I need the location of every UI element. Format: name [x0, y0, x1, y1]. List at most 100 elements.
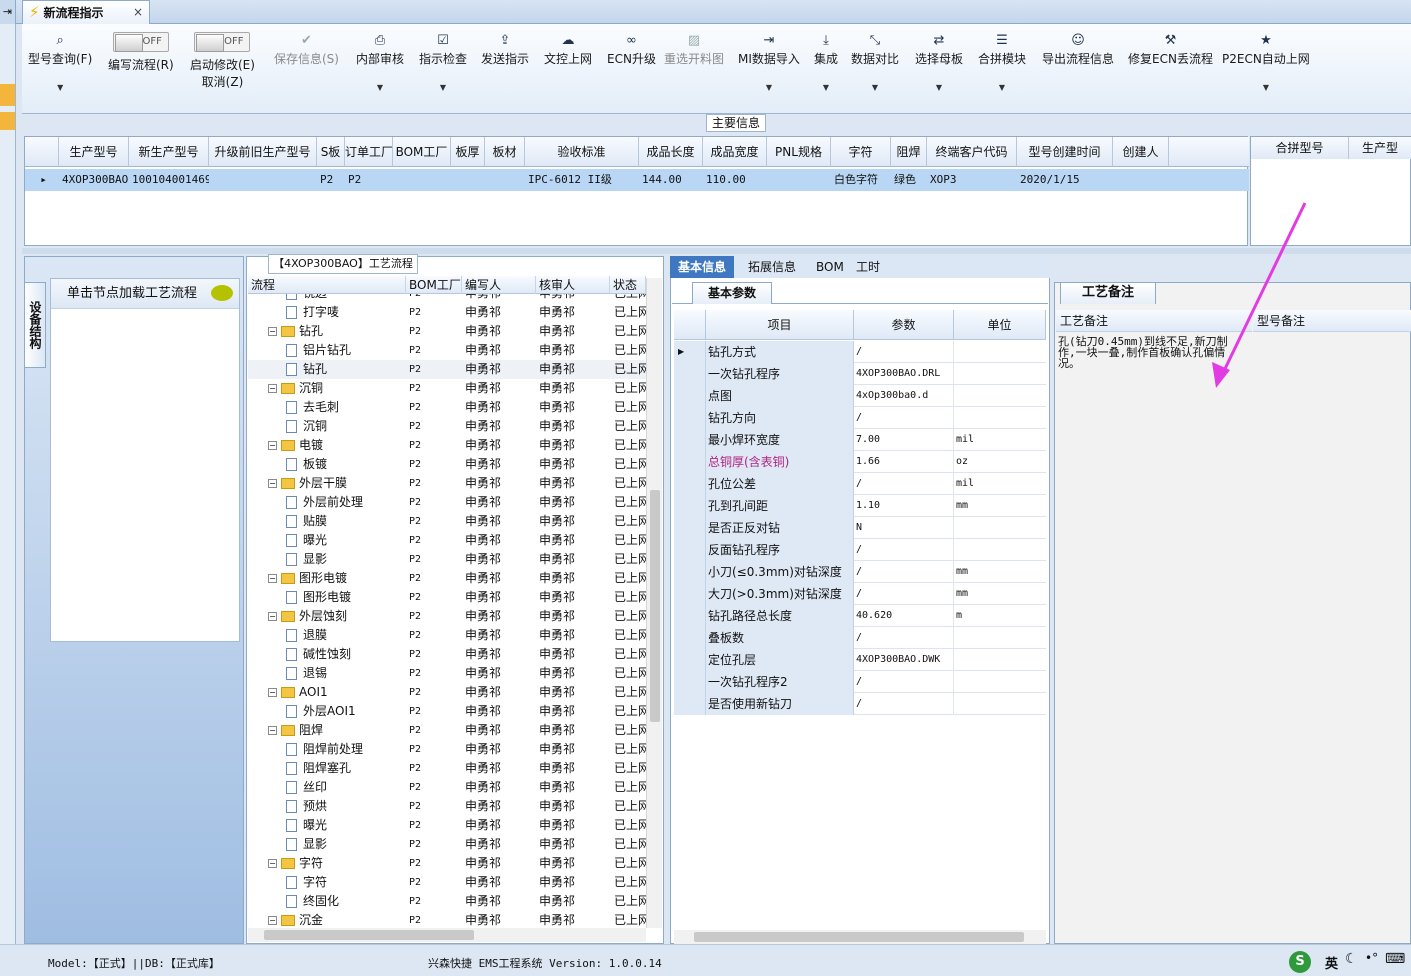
tree-node[interactable]: 钻孔	[286, 360, 327, 379]
process-tree-vscrollbar[interactable]	[646, 278, 662, 928]
param-row[interactable]: 孔到孔间距 1.10 mm	[674, 495, 1046, 517]
tree-row[interactable]: − 字符 P2 申勇祁 申勇祁 已上网	[248, 854, 646, 873]
main-col-header[interactable]: 新生产型号	[129, 137, 209, 167]
dropdown-arrow-icon[interactable]: ▼	[814, 83, 838, 92]
param-value[interactable]: /	[854, 561, 954, 583]
main-col-header[interactable]: BOM工厂	[393, 137, 451, 167]
main-col-header[interactable]: 订单工厂	[345, 137, 393, 167]
param-value[interactable]: 7.00	[854, 429, 954, 451]
toggle-switch[interactable]: OFF	[112, 32, 169, 52]
tree-node[interactable]: − AOI1	[268, 683, 328, 702]
tree-node[interactable]: 终固化	[286, 892, 339, 911]
dropdown-arrow-icon[interactable]: ▼	[356, 83, 404, 92]
tree-row[interactable]: 外层AOI1 P2 申勇祁 申勇祁 已上网	[248, 702, 646, 721]
ribbon-button-8[interactable]: ∞ ECN升级	[607, 32, 656, 67]
tree-col-header[interactable]: 编写人	[462, 276, 536, 294]
scroll-thumb[interactable]	[694, 932, 1024, 942]
tree-node[interactable]: 锐边	[286, 294, 327, 303]
tab-process-notes[interactable]: 工艺备注	[1060, 282, 1156, 304]
collapse-icon[interactable]: −	[268, 688, 277, 697]
tree-node[interactable]: 阻焊塞孔	[286, 759, 351, 778]
tree-node[interactable]: 碱性蚀刻	[286, 645, 351, 664]
ribbon-button-5[interactable]: ☑ 指示检查 ▼	[419, 32, 467, 92]
tree-node[interactable]: 沉铜	[286, 417, 327, 436]
tree-col-header[interactable]: BOM工厂	[406, 276, 462, 294]
tree-row[interactable]: 显影 P2 申勇祁 申勇祁 已上网	[248, 835, 646, 854]
tree-row[interactable]: 打字唛 P2 申勇祁 申勇祁 已上网	[248, 303, 646, 322]
param-value[interactable]: 4XOP300BAO.DWK	[854, 649, 954, 671]
tree-row[interactable]: 阻焊前处理 P2 申勇祁 申勇祁 已上网	[248, 740, 646, 759]
tree-row[interactable]: 曝光 P2 申勇祁 申勇祁 已上网	[248, 816, 646, 835]
tree-node[interactable]: 打字唛	[286, 303, 339, 322]
main-col-header[interactable]: 生产型号	[59, 137, 129, 167]
tree-col-header[interactable]: 状态	[610, 276, 646, 294]
moon-icon[interactable]: ☾	[1345, 951, 1358, 967]
param-row[interactable]: 是否正反对钻 N	[674, 517, 1046, 539]
collapse-icon[interactable]: −	[268, 859, 277, 868]
tree-node[interactable]: 字符	[286, 873, 327, 892]
tree-row[interactable]: 阻焊塞孔 P2 申勇祁 申勇祁 已上网	[248, 759, 646, 778]
collapse-icon[interactable]: −	[268, 574, 277, 583]
dock-marker[interactable]	[0, 84, 15, 106]
tree-row[interactable]: 钻孔 P2 申勇祁 申勇祁 已上网	[248, 360, 646, 379]
ribbon-button-12[interactable]: ⤡ 数据对比 ▼	[851, 32, 899, 92]
tree-row[interactable]: − 沉铜 P2 申勇祁 申勇祁 已上网	[248, 379, 646, 398]
param-value[interactable]: /	[854, 583, 954, 605]
main-col-header[interactable]: 成品宽度	[703, 137, 767, 167]
param-value[interactable]: /	[854, 407, 954, 429]
main-col-header[interactable]: 成品长度	[639, 137, 703, 167]
ribbon-button-17[interactable]: ★ P2ECN自动上网 ▼	[1222, 32, 1310, 92]
dropdown-arrow-icon[interactable]: ▼	[738, 83, 800, 92]
param-value[interactable]: /	[854, 693, 954, 715]
param-col-header[interactable]: 项目	[706, 310, 854, 340]
tree-row[interactable]: − 电镀 P2 申勇祁 申勇祁 已上网	[248, 436, 646, 455]
param-row[interactable]: 大刀(>0.3mm)对钻深度 / mm	[674, 583, 1046, 605]
param-row[interactable]: 钻孔方向 /	[674, 407, 1046, 429]
ribbon-button-7[interactable]: ☁ 文控上网	[544, 32, 592, 67]
tree-node[interactable]: 曝光	[286, 531, 327, 550]
param-row[interactable]: 最小焊环宽度 7.00 mil	[674, 429, 1046, 451]
tree-node[interactable]: − 电镀	[268, 436, 323, 455]
main-col-header[interactable]: 验收标准	[525, 137, 639, 167]
param-value[interactable]: 1.10	[854, 495, 954, 517]
input-method-icon[interactable]: S	[1289, 951, 1311, 973]
ribbon-button-11[interactable]: ⤓ 集成 ▼	[814, 32, 838, 92]
tree-node[interactable]: 外层前处理	[286, 493, 363, 512]
tree-node[interactable]: 曝光	[286, 816, 327, 835]
tree-row[interactable]: − 外层干膜 P2 申勇祁 申勇祁 已上网	[248, 474, 646, 493]
tree-node[interactable]: 贴膜	[286, 512, 327, 531]
tree-node[interactable]: 退锡	[286, 664, 327, 683]
param-row[interactable]: 是否使用新钻刀 /	[674, 693, 1046, 715]
ribbon-button-14[interactable]: ☰ 合拼模块 ▼	[978, 32, 1026, 92]
punctuation-icon[interactable]: •°	[1365, 951, 1378, 965]
collapse-icon[interactable]: −	[268, 726, 277, 735]
main-col-header[interactable]: 终端客户代码	[927, 137, 1017, 167]
param-value[interactable]: /	[854, 539, 954, 561]
tree-node[interactable]: 阻焊前处理	[286, 740, 363, 759]
scroll-thumb[interactable]	[650, 490, 660, 722]
main-info-row[interactable]: ▸ 4XOP300BAO10010400146947 P2 P2 IPC-6012 II…	[25, 169, 1249, 191]
param-col-header[interactable]: 参数	[854, 310, 954, 340]
tree-row[interactable]: 字符 P2 申勇祁 申勇祁 已上网	[248, 873, 646, 892]
tree-row[interactable]: 沉铜 P2 申勇祁 申勇祁 已上网	[248, 417, 646, 436]
tree-node[interactable]: − 外层干膜	[268, 474, 347, 493]
toggle-switch[interactable]: OFF	[194, 32, 251, 52]
tree-node[interactable]: − 沉金	[268, 911, 323, 928]
param-col-header[interactable]: 单位	[954, 310, 1046, 340]
tab-detail-3[interactable]: 工时	[848, 256, 888, 278]
ribbon-button-16[interactable]: ⚒ 修复ECN丢流程	[1128, 32, 1213, 67]
param-row[interactable]: 叠板数 /	[674, 627, 1046, 649]
tree-row[interactable]: 贴膜 P2 申勇祁 申勇祁 已上网	[248, 512, 646, 531]
tree-col-header[interactable]: 流程	[248, 276, 406, 294]
tree-row[interactable]: − AOI1 P2 申勇祁 申勇祁 已上网	[248, 683, 646, 702]
dropdown-arrow-icon[interactable]: ▼	[28, 83, 92, 92]
document-tab[interactable]: ⚡ 新流程指示 ×	[22, 0, 150, 24]
process-tree-hscrollbar[interactable]	[248, 928, 646, 942]
param-value[interactable]: 40.620	[854, 605, 954, 627]
param-value[interactable]: 1.66	[854, 451, 954, 473]
tree-node[interactable]: 板镀	[286, 455, 327, 474]
dropdown-arrow-icon[interactable]: ▼	[915, 83, 963, 92]
param-row[interactable]: 一次钻孔程序 4XOP300BAO.DRL	[674, 363, 1046, 385]
tree-row[interactable]: − 钻孔 P2 申勇祁 申勇祁 已上网	[248, 322, 646, 341]
param-row[interactable]: 一次钻孔程序2/	[674, 671, 1046, 693]
